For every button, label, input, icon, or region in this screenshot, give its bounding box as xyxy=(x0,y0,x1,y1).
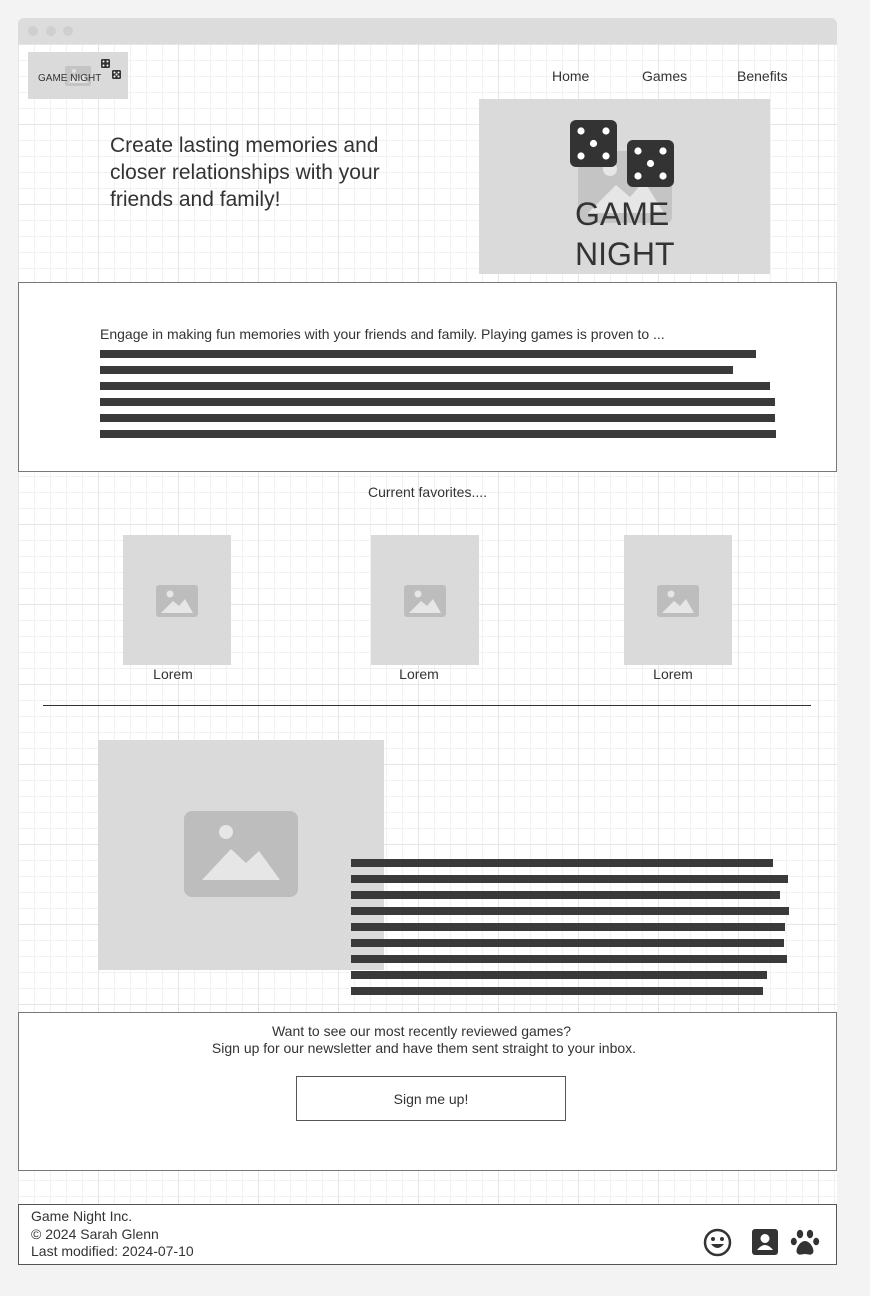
favorite-card-image[interactable] xyxy=(624,535,732,665)
text-line xyxy=(351,875,788,883)
favorites-heading: Current favorites.... xyxy=(367,484,488,500)
feature-image xyxy=(98,740,384,970)
favorite-card-image[interactable] xyxy=(123,535,231,665)
favorite-card-image[interactable] xyxy=(371,535,479,665)
text-line xyxy=(351,971,767,979)
text-line xyxy=(100,398,775,406)
text-line xyxy=(351,907,789,915)
nav-benefits[interactable]: Benefits xyxy=(737,68,788,84)
text-line xyxy=(351,923,785,931)
footer: Game Night Inc. © 2024 Sarah Glenn Last … xyxy=(18,1204,837,1265)
nav-games[interactable]: Games xyxy=(642,68,687,84)
text-line xyxy=(100,350,756,358)
smiley-icon[interactable] xyxy=(703,1228,732,1257)
text-line xyxy=(100,430,776,438)
hero-headline: Create lasting memories and closer relat… xyxy=(110,134,380,211)
logo-text: GAME NIGHT xyxy=(38,73,102,84)
paw-icon[interactable] xyxy=(790,1228,820,1258)
signup-button[interactable]: Sign me up! xyxy=(296,1076,566,1121)
browser-window: GAME NIGHT Home Games Benefits Create la… xyxy=(18,18,837,1265)
intro-text: Engage in making fun memories with your … xyxy=(100,326,665,342)
text-line xyxy=(351,955,787,963)
banner-title-line2: NIGHT xyxy=(575,236,675,272)
newsletter-section: Want to see our most recently reviewed g… xyxy=(18,1012,837,1171)
logo-dice-icon xyxy=(101,59,121,79)
contact-card-icon[interactable] xyxy=(752,1229,778,1255)
text-line xyxy=(100,414,775,422)
nav-home[interactable]: Home xyxy=(552,68,589,84)
text-line xyxy=(351,859,773,867)
intro-section: Engage in making fun memories with your … xyxy=(18,282,837,472)
text-line xyxy=(100,382,770,390)
image-placeholder-icon xyxy=(404,585,446,617)
footer-modified: Last modified: 2024-07-10 xyxy=(31,1243,194,1259)
page-canvas: GAME NIGHT Home Games Benefits Create la… xyxy=(18,44,837,1265)
image-placeholder-icon xyxy=(657,585,699,617)
footer-copyright: © 2024 Sarah Glenn xyxy=(31,1226,159,1242)
logo[interactable]: GAME NIGHT xyxy=(28,52,128,99)
image-placeholder-icon xyxy=(184,811,298,897)
favorite-label[interactable]: Lorem xyxy=(119,666,227,682)
banner-title-line1: GAME xyxy=(575,196,670,232)
window-dot-maximize[interactable] xyxy=(63,26,73,36)
image-placeholder-icon xyxy=(156,585,198,617)
favorite-label[interactable]: Lorem xyxy=(619,666,727,682)
window-dot-close[interactable] xyxy=(28,26,38,36)
text-line xyxy=(351,987,763,995)
hero-banner: GAME NIGHT xyxy=(479,99,770,274)
footer-company: Game Night Inc. xyxy=(31,1208,133,1224)
newsletter-line2: Sign up for our newsletter and have them… xyxy=(211,1040,637,1056)
text-line xyxy=(100,366,733,374)
newsletter-line1: Want to see our most recently reviewed g… xyxy=(271,1023,572,1039)
section-divider xyxy=(43,705,811,706)
text-line xyxy=(351,939,784,947)
favorite-label[interactable]: Lorem xyxy=(365,666,473,682)
browser-titlebar xyxy=(18,18,837,44)
dice-icon xyxy=(570,120,674,187)
window-dot-minimize[interactable] xyxy=(46,26,56,36)
text-line xyxy=(351,891,780,899)
